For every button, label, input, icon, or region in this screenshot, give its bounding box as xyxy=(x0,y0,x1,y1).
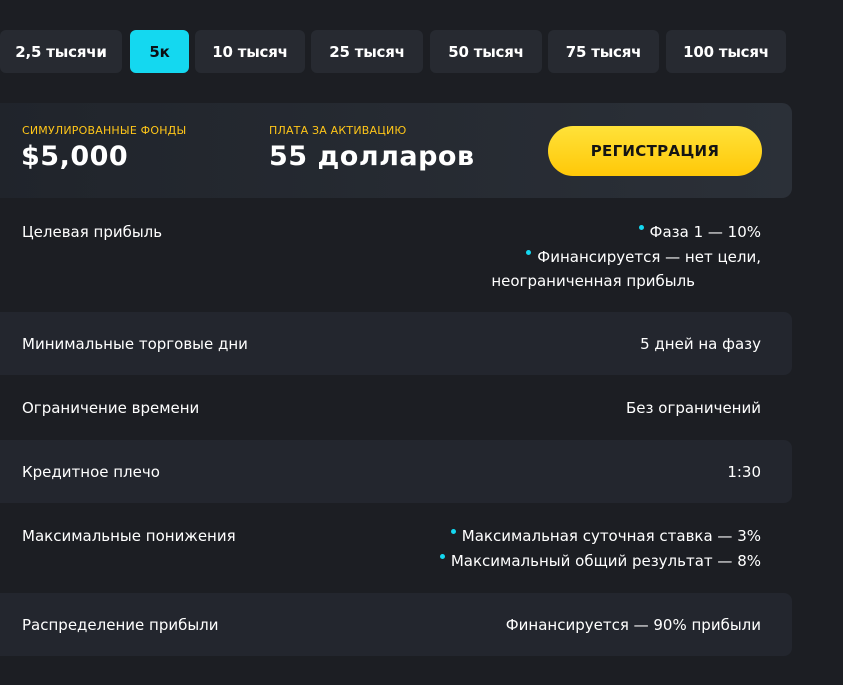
bullet-dot-icon xyxy=(526,250,532,255)
target-funded: Финансируется — нет цели, xyxy=(526,248,761,266)
tab-100k[interactable]: 100 тысяч xyxy=(666,30,786,73)
activation-fee-value: 55 долларов xyxy=(269,141,475,172)
simulated-funds-label: СИМУЛИРОВАННЫЕ ФОНДЫ xyxy=(22,124,187,137)
row-min-trading-days: Минимальные торговые дни 5 дней на фазу xyxy=(0,312,792,375)
drawdown-overall: Максимальный общий результат — 8% xyxy=(439,552,761,570)
tab-2-5k[interactable]: 2,5 тысячи xyxy=(0,30,122,73)
time-limit-label: Ограничение времени xyxy=(22,399,200,417)
tab-10k[interactable]: 10 тысяч xyxy=(195,30,305,73)
tab-5k[interactable]: 5к xyxy=(130,30,189,73)
time-limit-value: Без ограничений xyxy=(626,399,761,417)
drawdown-label: Максимальные понижения xyxy=(22,527,236,545)
tab-50k[interactable]: 50 тысяч xyxy=(430,30,542,73)
min-days-label: Минимальные торговые дни xyxy=(22,335,248,353)
drawdown-daily: Максимальная суточная ставка — 3% xyxy=(450,527,761,545)
tab-25k[interactable]: 25 тысяч xyxy=(311,30,423,73)
bullet-dot-icon xyxy=(450,529,456,534)
row-max-drawdown: Максимальные понижения Максимальная суто… xyxy=(0,504,792,590)
min-days-value: 5 дней на фазу xyxy=(640,335,761,353)
row-time-limit: Ограничение времени Без ограничений xyxy=(0,376,792,439)
challenge-pricing-page: 2,5 тысячи 5к 10 тысяч 25 тысяч 50 тысяч… xyxy=(0,0,843,685)
register-button[interactable]: РЕГИСТРАЦИЯ xyxy=(548,126,762,176)
row-profit-split: Распределение прибыли Финансируется — 90… xyxy=(0,593,792,656)
bullet-dot-icon xyxy=(638,225,644,230)
row-leverage: Кредитное плечо 1:30 xyxy=(0,440,792,503)
leverage-value: 1:30 xyxy=(727,463,761,481)
target-funded-text: Финансируется — нет цели, xyxy=(537,248,761,266)
simulated-funds-value: $5,000 xyxy=(21,141,129,172)
target-phase1-text: Фаза 1 — 10% xyxy=(649,223,761,241)
target-funded-continuation: неограниченная прибыль xyxy=(491,272,695,290)
target-profit-label: Целевая прибыль xyxy=(22,223,163,241)
target-phase1: Фаза 1 — 10% xyxy=(638,223,761,241)
profit-split-label: Распределение прибыли xyxy=(22,616,219,634)
bullet-dot-icon xyxy=(439,554,445,559)
plan-summary-card: СИМУЛИРОВАННЫЕ ФОНДЫ $5,000 ПЛАТА ЗА АКТ… xyxy=(0,103,792,198)
activation-fee-label: ПЛАТА ЗА АКТИВАЦИЮ xyxy=(269,124,407,137)
leverage-label: Кредитное плечо xyxy=(22,463,160,481)
drawdown-daily-text: Максимальная суточная ставка — 3% xyxy=(461,527,761,545)
drawdown-overall-text: Максимальный общий результат — 8% xyxy=(450,552,761,570)
row-target-profit: Целевая прибыль Фаза 1 — 10% Финансирует… xyxy=(0,198,792,308)
tab-75k[interactable]: 75 тысяч xyxy=(548,30,659,73)
profit-split-value: Финансируется — 90% прибыли xyxy=(505,616,761,634)
